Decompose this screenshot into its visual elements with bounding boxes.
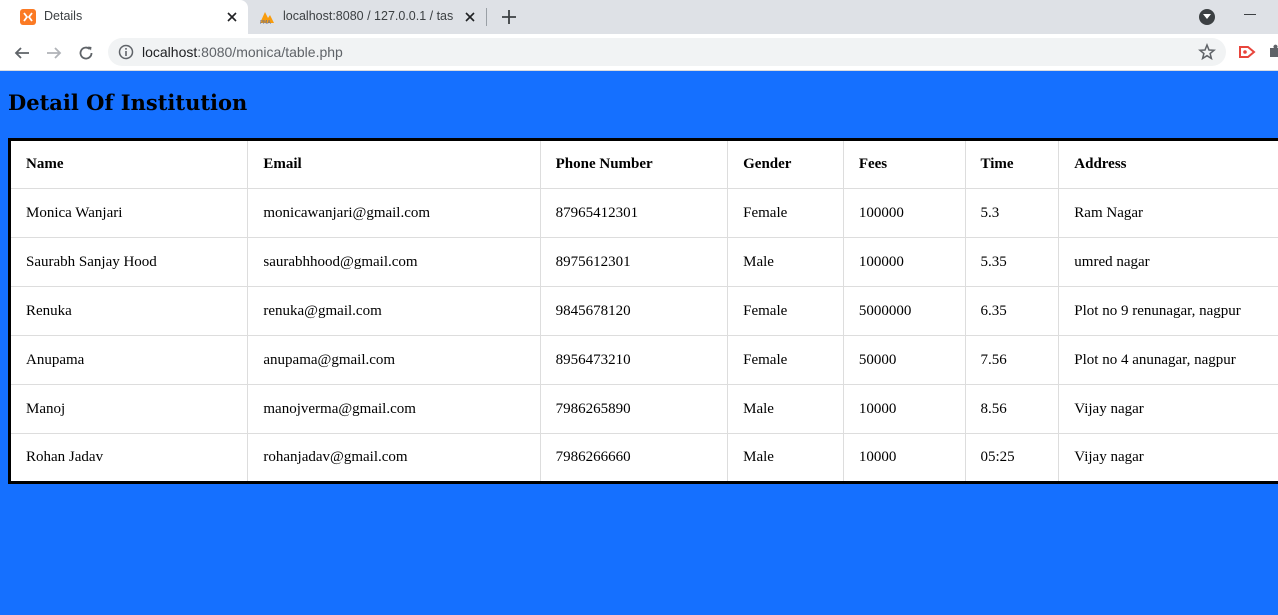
cell-name: Monica Wanjari — [9, 188, 248, 238]
address-bar[interactable]: localhost:8080/monica/table.php — [108, 38, 1226, 66]
tab-details[interactable]: Details — [0, 0, 248, 34]
cell-address: Vijay nagar — [1058, 384, 1278, 434]
cell-name: Renuka — [9, 286, 248, 336]
cell-email: saurabhhood@gmail.com — [247, 237, 541, 287]
cell-time: 8.56 — [964, 384, 1059, 434]
url-host: localhost — [142, 44, 198, 60]
xampp-icon — [20, 9, 36, 25]
cell-address: umred nagar — [1058, 237, 1278, 287]
table-row: Anupama anupama@gmail.com 8956473210 Female… — [9, 335, 1278, 385]
cell-email: anupama@gmail.com — [247, 335, 541, 385]
cell-gender: Female — [727, 286, 844, 336]
cell-gender: Female — [727, 335, 844, 385]
institution-table: Name Email Phone Number Gender Fees Time… — [8, 138, 1278, 484]
page-title: Detail Of Institution — [8, 90, 248, 115]
cell-gender: Female — [727, 188, 844, 238]
minimize-icon[interactable] — [1244, 14, 1256, 15]
cell-name: Saurabh Sanjay Hood — [9, 237, 248, 287]
cell-fees: 10000 — [842, 433, 966, 483]
svg-text:PMA: PMA — [260, 20, 271, 25]
cell-fees: 100000 — [842, 237, 966, 287]
cell-email: monicawanjari@gmail.com — [247, 188, 541, 238]
cell-time: 5.3 — [964, 188, 1059, 238]
cell-name: Anupama — [9, 335, 248, 385]
bookmark-star-icon[interactable] — [1198, 42, 1216, 61]
puzzle-extension-icon[interactable] — [1268, 43, 1278, 61]
cell-time: 05:25 — [964, 433, 1059, 483]
close-tab-icon[interactable] — [462, 9, 478, 25]
cell-fees: 5000000 — [842, 286, 966, 336]
cell-phone: 9845678120 — [539, 286, 728, 336]
cell-name: Rohan Jadav — [9, 433, 248, 483]
tab-separator — [486, 8, 487, 26]
column-header: Gender — [727, 139, 844, 189]
cell-email: rohanjadav@gmail.com — [247, 433, 541, 483]
cell-time: 6.35 — [964, 286, 1059, 336]
cell-time: 5.35 — [964, 237, 1059, 287]
tab-search-icon[interactable] — [1199, 9, 1215, 25]
column-header: Phone Number — [539, 139, 728, 189]
tab-title: localhost:8080 / 127.0.0.1 / task | — [283, 9, 453, 23]
column-header: Address — [1058, 139, 1278, 189]
cell-phone: 87965412301 — [539, 188, 728, 238]
cell-time: 7.56 — [964, 335, 1059, 385]
cell-phone: 8975612301 — [539, 237, 728, 287]
cell-fees: 100000 — [842, 188, 966, 238]
cell-address: Plot no 9 renunagar, nagpur — [1058, 286, 1278, 336]
tab-phpmyadmin[interactable]: PMA localhost:8080 / 127.0.0.1 / task | — [248, 0, 486, 34]
table-row: Rohan Jadav rohanjadav@gmail.com 798626666… — [9, 433, 1278, 483]
close-tab-icon[interactable] — [224, 9, 240, 25]
tab-title: Details — [44, 9, 83, 23]
cell-gender: Male — [727, 384, 844, 434]
cell-phone: 8956473210 — [539, 335, 728, 385]
cell-fees: 10000 — [842, 384, 966, 434]
cell-phone: 7986266660 — [539, 433, 728, 483]
table-row: Saurabh Sanjay Hood saurabhhood@gmail.com… — [9, 237, 1278, 287]
cell-gender: Male — [727, 433, 844, 483]
url-text: localhost:8080/monica/table.php — [142, 44, 343, 60]
cell-address: Vijay nagar — [1058, 433, 1278, 483]
column-header: Email — [247, 139, 541, 189]
column-header: Name — [26, 156, 64, 172]
cell-address: Ram Nagar — [1058, 188, 1278, 238]
extension-icon[interactable] — [1238, 43, 1256, 61]
cell-gender: Male — [727, 237, 844, 287]
tab-strip: Details PMA localhost:8080 / 127.0.0.1 /… — [0, 0, 1278, 34]
back-arrow-icon[interactable] — [12, 43, 32, 63]
column-header: Time — [964, 139, 1059, 189]
cell-address: Plot no 4 anunagar, nagpur — [1058, 335, 1278, 385]
reload-icon[interactable] — [76, 43, 96, 63]
phpmyadmin-icon: PMA — [259, 9, 275, 26]
cell-phone: 7986265890 — [539, 384, 728, 434]
forward-arrow-icon[interactable] — [44, 43, 64, 63]
column-header: Fees — [842, 139, 966, 189]
new-tab-icon[interactable] — [499, 7, 519, 27]
table-row: Manoj manojverma@gmail.com 7986265890 Male 1… — [9, 384, 1278, 434]
cell-name: Manoj — [9, 384, 248, 434]
table-header-row: Name Email Phone Number Gender Fees Time… — [10, 139, 1278, 189]
cell-email: manojverma@gmail.com — [247, 384, 541, 434]
table-row: Monica Wanjari monicawanjari@gmail.com 879… — [9, 188, 1278, 238]
table-row: Renuka renuka@gmail.com 9845678120 Female 50… — [9, 286, 1278, 336]
url-path: :8080/monica/table.php — [197, 44, 343, 60]
cell-email: renuka@gmail.com — [247, 286, 541, 336]
cell-fees: 50000 — [842, 335, 966, 385]
info-icon[interactable] — [118, 44, 134, 60]
